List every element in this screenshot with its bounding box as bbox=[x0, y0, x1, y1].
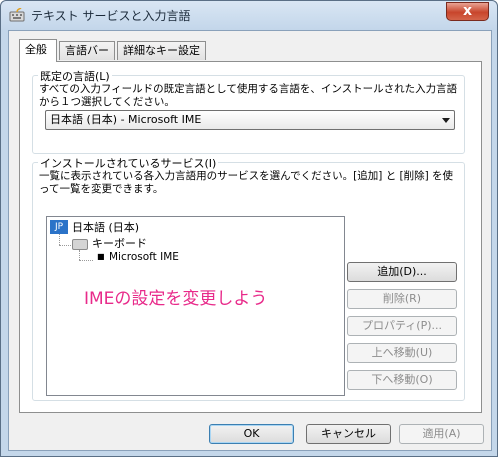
tree-item-keyboard[interactable]: キーボード bbox=[92, 235, 147, 251]
cancel-button[interactable]: キャンセル bbox=[306, 424, 391, 444]
close-button[interactable]: x bbox=[446, 2, 489, 21]
ok-button[interactable]: OK bbox=[209, 424, 294, 444]
apply-button[interactable]: 適用(A) bbox=[399, 424, 484, 444]
tree-line bbox=[59, 234, 60, 245]
annotation-text: IMEの設定を変更しよう bbox=[84, 289, 268, 309]
tab-advanced-key-settings[interactable]: 詳細なキー設定 bbox=[117, 41, 206, 60]
tab-language-bar[interactable]: 言語バー bbox=[59, 41, 115, 60]
installed-services-description: 一覧に表示されている各入力言語用のサービスを選んでください。[追加] と [削除… bbox=[39, 170, 454, 195]
default-language-group: 既定の言語(L) すべての入力フィールドの既定言語として使用する言語を、インスト… bbox=[32, 68, 465, 154]
tab-label: 言語バー bbox=[65, 44, 109, 57]
default-language-description: すべての入力フィールドの既定言語として使用する言語を、インストールされた入力言語… bbox=[39, 83, 458, 108]
tab-panel-general: 既定の言語(L) すべての入力フィールドの既定言語として使用する言語を、インスト… bbox=[19, 61, 482, 413]
tab-general[interactable]: 全般 bbox=[19, 39, 57, 62]
default-language-select[interactable]: 日本語 (日本) - Microsoft IME bbox=[45, 110, 455, 130]
dialog-client: 全般 言語バー 詳細なキー設定 既定の言語(L) すべての入力フィールドの既定言… bbox=[8, 30, 492, 451]
tab-label: 全般 bbox=[25, 43, 47, 56]
language-badge-icon: JP bbox=[50, 220, 68, 234]
installed-services-group: インストールされているサービス(I) 一覧に表示されている各入力言語用のサービス… bbox=[32, 155, 465, 401]
default-language-value: 日本語 (日本) - Microsoft IME bbox=[50, 113, 202, 126]
dialog-window: テキスト サービスと入力言語 x 全般 言語バー 詳細なキー設定 既定の言語(L… bbox=[0, 0, 498, 457]
keyboard-icon bbox=[72, 239, 88, 250]
tree-line bbox=[79, 260, 93, 261]
tree-item-service[interactable]: Microsoft IME bbox=[109, 251, 179, 263]
remove-button[interactable]: 削除(R) bbox=[347, 289, 457, 309]
title-bar[interactable]: テキスト サービスと入力言語 x bbox=[1, 1, 497, 30]
add-button[interactable]: 追加(D)... bbox=[347, 262, 457, 282]
chevron-down-icon bbox=[442, 118, 450, 123]
properties-button[interactable]: プロパティ(P)... bbox=[347, 316, 457, 336]
window-title: テキスト サービスと入力言語 bbox=[31, 9, 191, 23]
close-icon: x bbox=[462, 3, 473, 19]
move-up-button[interactable]: 上へ移動(U) bbox=[347, 343, 457, 363]
tab-label: 詳細なキー設定 bbox=[123, 44, 200, 57]
move-down-button[interactable]: 下へ移動(O) bbox=[347, 370, 457, 390]
tree-item-language[interactable]: 日本語 (日本) bbox=[72, 219, 139, 235]
installed-services-title: インストールされているサービス(I) bbox=[38, 155, 219, 171]
keyboard-app-icon bbox=[9, 8, 25, 22]
bullet-icon: ■ bbox=[97, 252, 105, 261]
tree-line bbox=[79, 250, 80, 260]
tree-line bbox=[59, 245, 71, 246]
default-language-title: 既定の言語(L) bbox=[38, 68, 112, 84]
